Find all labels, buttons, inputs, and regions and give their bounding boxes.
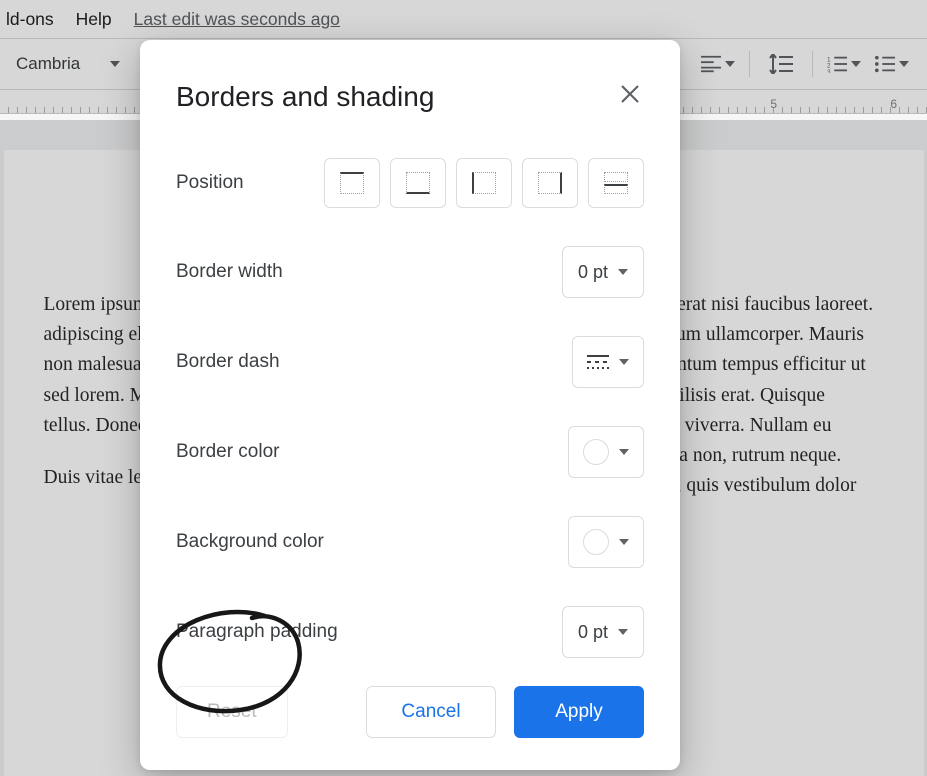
border-position-between[interactable] <box>588 158 644 208</box>
background-color-label: Background color <box>176 531 324 553</box>
border-width-value: 0 pt <box>578 262 608 283</box>
chevron-down-icon <box>619 539 629 545</box>
border-position-bottom[interactable] <box>390 158 446 208</box>
position-label: Position <box>176 172 244 194</box>
chevron-down-icon <box>618 269 628 275</box>
border-width-label: Border width <box>176 261 283 283</box>
chevron-down-icon <box>618 629 628 635</box>
borders-shading-dialog: Borders and shading Position Border widt… <box>140 40 680 770</box>
border-dash-dropdown[interactable] <box>572 336 644 388</box>
color-swatch-icon <box>583 529 609 555</box>
border-position-left[interactable] <box>456 158 512 208</box>
reset-button[interactable]: Reset <box>176 686 288 738</box>
cancel-button[interactable]: Cancel <box>366 686 496 738</box>
dash-style-icon <box>587 355 609 369</box>
border-dash-label: Border dash <box>176 351 280 373</box>
border-width-dropdown[interactable]: 0 pt <box>562 246 644 298</box>
chevron-down-icon <box>619 359 629 365</box>
color-swatch-icon <box>583 439 609 465</box>
close-icon <box>620 84 640 104</box>
paragraph-padding-label: Paragraph padding <box>176 621 338 643</box>
apply-button[interactable]: Apply <box>514 686 644 738</box>
dialog-title: Borders and shading <box>176 81 434 113</box>
paragraph-padding-dropdown[interactable]: 0 pt <box>562 606 644 658</box>
background-color-dropdown[interactable] <box>568 516 644 568</box>
chevron-down-icon <box>619 449 629 455</box>
border-color-label: Border color <box>176 441 280 463</box>
border-color-dropdown[interactable] <box>568 426 644 478</box>
paragraph-padding-value: 0 pt <box>578 622 608 643</box>
close-button[interactable] <box>616 80 644 114</box>
border-position-right[interactable] <box>522 158 578 208</box>
border-position-top[interactable] <box>324 158 380 208</box>
